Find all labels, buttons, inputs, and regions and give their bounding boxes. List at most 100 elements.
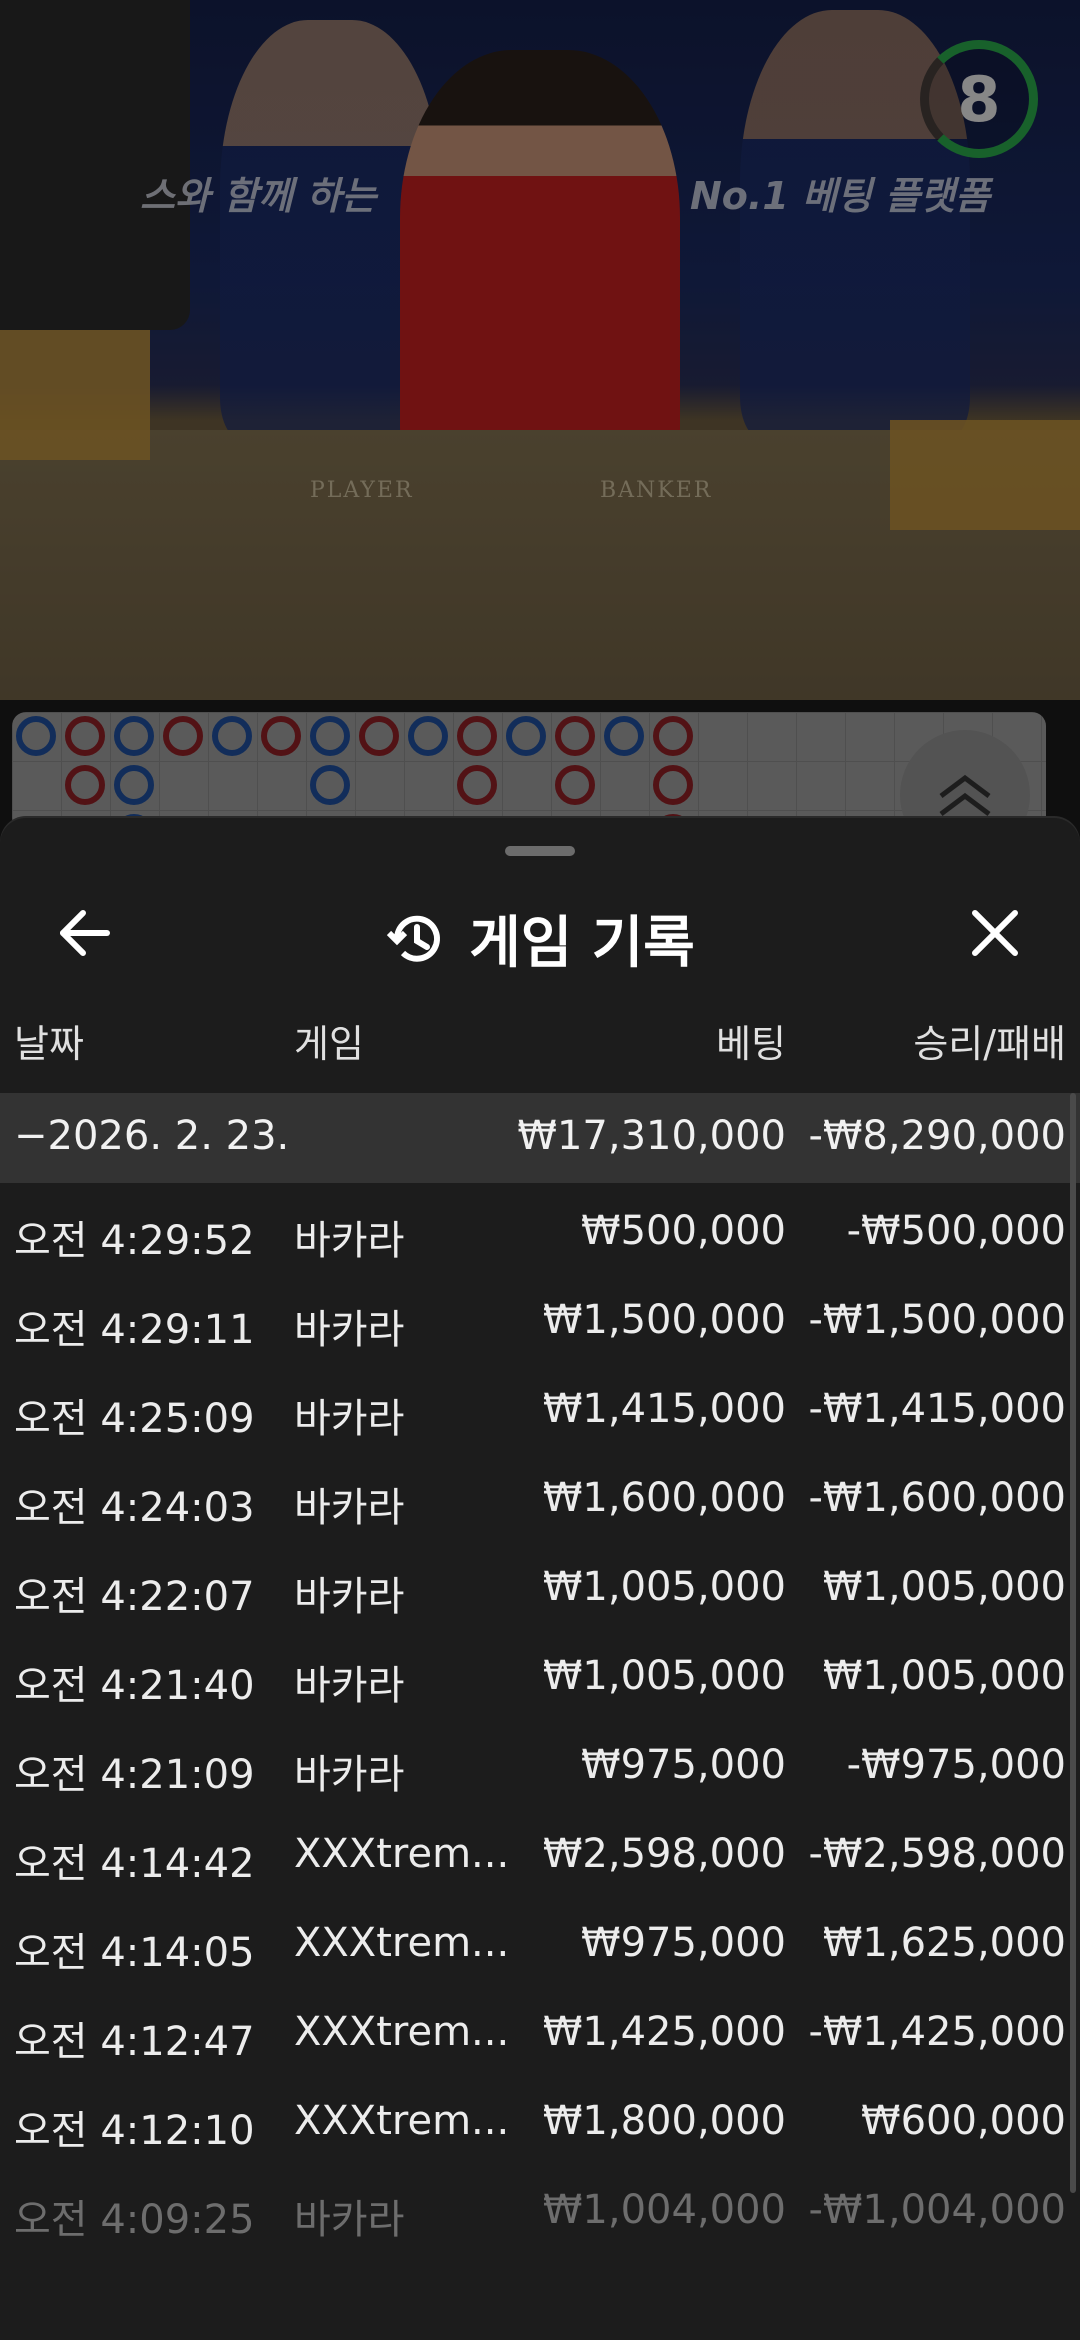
card-tray-right: [890, 420, 1080, 530]
table-row[interactable]: 오전 4:09:25 바카라 ₩1,004,000 -₩1,004,000: [0, 2169, 1080, 2258]
date-group-row[interactable]: −2026. 2. 23. ₩17,310,000 -₩8,290,000: [0, 1093, 1080, 1183]
table-row[interactable]: 오전 4:22:07 바카라 ₩1,005,000 ₩1,005,000: [0, 1546, 1080, 1635]
header-result: 승리/패배: [913, 1022, 1066, 1066]
player-bead: [212, 716, 252, 756]
scrollbar[interactable]: [1070, 1093, 1076, 2193]
row-time: 오전 4:22:07: [14, 1574, 255, 1620]
live-video[interactable]: 스와 함께 하는 No.1 베팅 플랫폼 PLAYER BANKER 8: [0, 0, 1080, 700]
road-map[interactable]: [12, 712, 1046, 832]
row-time: 오전 4:21:09: [14, 1752, 255, 1798]
table-row[interactable]: 오전 4:25:09 바카라 ₩1,415,000 -₩1,415,000: [0, 1368, 1080, 1457]
sheet-title: 게임 기록: [469, 911, 695, 976]
drag-handle[interactable]: [505, 846, 575, 856]
row-time: 오전 4:14:42: [14, 1841, 255, 1887]
sheet-header: 게임 기록: [0, 878, 1080, 988]
row-game: 바카라: [294, 1307, 405, 1353]
row-bet: ₩1,800,000: [542, 2098, 786, 2144]
table-label-player: PLAYER: [310, 478, 414, 503]
banker-bead: [653, 765, 693, 805]
table-header: 날짜 게임 베팅 승리/패배: [0, 1013, 1080, 1073]
row-result: -₩1,004,000: [808, 2187, 1066, 2233]
banner-text-right: No.1 베팅 플랫폼: [690, 174, 991, 218]
row-result: -₩1,600,000: [808, 1475, 1066, 1521]
table-row[interactable]: 오전 4:21:09 바카라 ₩975,000 -₩975,000: [0, 1724, 1080, 1813]
group-result-total: -₩8,290,000: [808, 1113, 1066, 1159]
close-icon: [972, 910, 1018, 956]
chevron-double-up-icon: [939, 774, 991, 816]
countdown-timer: 8: [920, 40, 1038, 158]
row-result: -₩975,000: [846, 1742, 1066, 1788]
row-bet: ₩1,600,000: [542, 1475, 786, 1521]
player-bead: [114, 716, 154, 756]
row-bet: ₩1,415,000: [542, 1386, 786, 1432]
banker-bead: [163, 716, 203, 756]
row-result: -₩1,415,000: [808, 1386, 1066, 1432]
row-bet: ₩1,500,000: [542, 1297, 786, 1343]
table-row[interactable]: 오전 4:14:05 XXXtrem... ₩975,000 ₩1,625,000: [0, 1902, 1080, 1991]
row-time: 오전 4:12:47: [14, 2019, 255, 2065]
row-result: ₩600,000: [861, 2098, 1066, 2144]
header-date: 날짜: [14, 1022, 84, 1066]
row-time: 오전 4:09:25: [14, 2197, 255, 2243]
table-row[interactable]: 오전 4:12:10 XXXtrem... ₩1,800,000 ₩600,000: [0, 2080, 1080, 2169]
player-bead: [506, 716, 546, 756]
row-result: ₩1,625,000: [822, 1920, 1066, 1966]
banker-bead: [261, 716, 301, 756]
row-game: XXXtrem...: [294, 1831, 510, 1877]
table-row[interactable]: 오전 4:24:03 바카라 ₩1,600,000 -₩1,600,000: [0, 1457, 1080, 1546]
player-bead: [408, 716, 448, 756]
banker-bead: [457, 716, 497, 756]
card-shoe: [0, 330, 150, 460]
banner-text-left: 스와 함께 하는: [140, 174, 377, 218]
row-game: 바카라: [294, 1574, 405, 1620]
row-game: 바카라: [294, 1485, 405, 1531]
player-bead: [310, 765, 350, 805]
table-row[interactable]: 오전 4:12:47 XXXtrem... ₩1,425,000 -₩1,425,00…: [0, 1991, 1080, 2080]
group-bet-total: ₩17,310,000: [517, 1113, 786, 1159]
banker-bead: [457, 765, 497, 805]
row-game: 바카라: [294, 1752, 405, 1798]
banker-bead: [555, 716, 595, 756]
row-game: XXXtrem...: [294, 2009, 510, 2055]
banker-bead: [65, 765, 105, 805]
row-bet: ₩1,005,000: [542, 1564, 786, 1610]
game-history-sheet: 게임 기록 날짜 게임 베팅 승리/패배 −2026. 2. 23. ₩17,3…: [0, 818, 1080, 2340]
dealer-figure: [400, 50, 680, 470]
row-result: -₩1,500,000: [808, 1297, 1066, 1343]
row-bet: ₩975,000: [581, 1920, 786, 1966]
table-row[interactable]: 오전 4:21:40 바카라 ₩1,005,000 ₩1,005,000: [0, 1635, 1080, 1724]
row-bet: ₩975,000: [581, 1742, 786, 1788]
history-icon: [387, 915, 441, 962]
history-list: 오전 4:29:52 바카라 ₩500,000 -₩500,000 오전 4:29:11…: [0, 1190, 1080, 2258]
table-label-banker: BANKER: [600, 478, 713, 503]
row-time: 오전 4:21:40: [14, 1663, 255, 1709]
row-bet: ₩1,425,000: [542, 2009, 786, 2055]
row-result: -₩1,425,000: [808, 2009, 1066, 2055]
row-time: 오전 4:12:10: [14, 2108, 255, 2154]
row-time: 오전 4:25:09: [14, 1396, 255, 1442]
player-bead: [16, 716, 56, 756]
banker-bead: [359, 716, 399, 756]
row-game: 바카라: [294, 1663, 405, 1709]
row-game: 바카라: [294, 1218, 405, 1264]
player-bead: [604, 716, 644, 756]
row-time: 오전 4:29:11: [14, 1307, 255, 1353]
row-game: XXXtrem...: [294, 1920, 510, 1966]
row-result: -₩500,000: [846, 1208, 1066, 1254]
player-bead: [310, 716, 350, 756]
row-result: ₩1,005,000: [822, 1564, 1066, 1610]
close-button[interactable]: [965, 903, 1025, 963]
table-row[interactable]: 오전 4:14:42 XXXtrem... ₩2,598,000 -₩2,598,00…: [0, 1813, 1080, 1902]
countdown-value: 8: [957, 62, 1001, 136]
row-time: 오전 4:14:05: [14, 1930, 255, 1976]
row-result: ₩1,005,000: [822, 1653, 1066, 1699]
player-bead: [114, 765, 154, 805]
table-row[interactable]: 오전 4:29:52 바카라 ₩500,000 -₩500,000: [0, 1190, 1080, 1279]
table-row[interactable]: 오전 4:29:11 바카라 ₩1,500,000 -₩1,500,000: [0, 1279, 1080, 1368]
row-bet: ₩1,005,000: [542, 1653, 786, 1699]
row-result: -₩2,598,000: [808, 1831, 1066, 1877]
row-game: 바카라: [294, 1396, 405, 1442]
row-bet: ₩2,598,000: [542, 1831, 786, 1877]
header-bet: 베팅: [716, 1022, 786, 1066]
row-game: XXXtrem...: [294, 2098, 510, 2144]
